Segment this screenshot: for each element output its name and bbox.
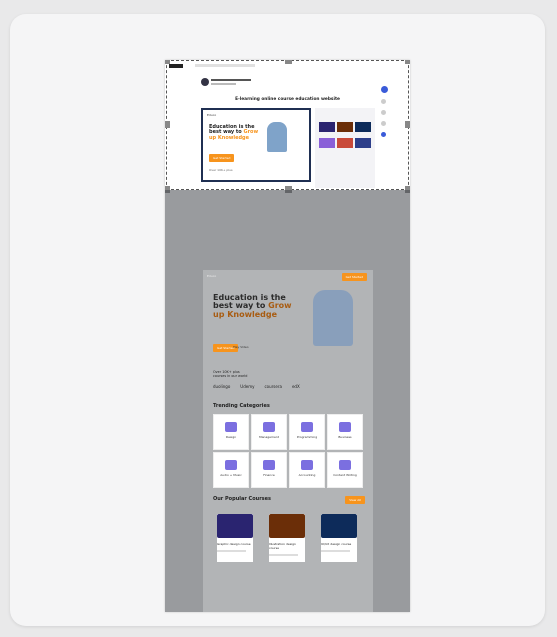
category-design[interactable]: Design <box>213 414 249 450</box>
course-card[interactable]: UI/UX design course <box>321 514 357 562</box>
crop-handle-top[interactable] <box>285 60 292 64</box>
screenshot-card: E-learning online course education websi… <box>10 14 545 626</box>
category-content-writing[interactable]: Content Writing <box>327 452 363 488</box>
category-programming[interactable]: Programming <box>289 414 325 450</box>
course-thumbnail <box>217 514 253 538</box>
large-hero-heading: Education is the best way to Grow up Kno… <box>213 293 292 319</box>
play-video-link[interactable]: Play Video <box>233 345 249 349</box>
courses-heading: Our Popular Courses <box>213 496 272 502</box>
page-preview: E-learning online course education websi… <box>165 60 410 612</box>
crop-handle-tl[interactable] <box>165 60 170 64</box>
course-card[interactable]: Illustration design course <box>269 514 305 562</box>
course-card[interactable]: Graphic design course <box>217 514 253 562</box>
category-management[interactable]: Management <box>251 414 287 450</box>
category-accounting[interactable]: Accounting <box>289 452 325 488</box>
course-thumbnail <box>321 514 357 538</box>
dimmed-region: Educo Get Started Education is the best … <box>165 190 410 612</box>
course-thumbnail <box>269 514 305 538</box>
nav-logo[interactable]: Educo <box>207 274 216 278</box>
category-audio[interactable]: Audio + Music <box>213 452 249 488</box>
crop-selection[interactable] <box>165 60 410 193</box>
view-all-button[interactable]: View All <box>345 496 365 504</box>
category-business[interactable]: Business <box>327 414 363 450</box>
categories-heading: Trending Categories <box>213 403 270 409</box>
large-hero-person-image <box>313 290 353 346</box>
crop-handle-tr[interactable] <box>405 60 410 64</box>
crop-handle-right[interactable] <box>405 121 410 128</box>
nav-cta-button[interactable]: Get Started <box>341 273 367 281</box>
partner-logos: duolingo Udemy coursera edX <box>213 384 300 389</box>
category-finance[interactable]: Finance <box>251 452 287 488</box>
crop-handle-left[interactable] <box>165 121 170 128</box>
large-partners-heading: Over 10K+ plus courses in our world <box>213 370 248 378</box>
large-site-preview: Educo Get Started Education is the best … <box>203 270 373 612</box>
